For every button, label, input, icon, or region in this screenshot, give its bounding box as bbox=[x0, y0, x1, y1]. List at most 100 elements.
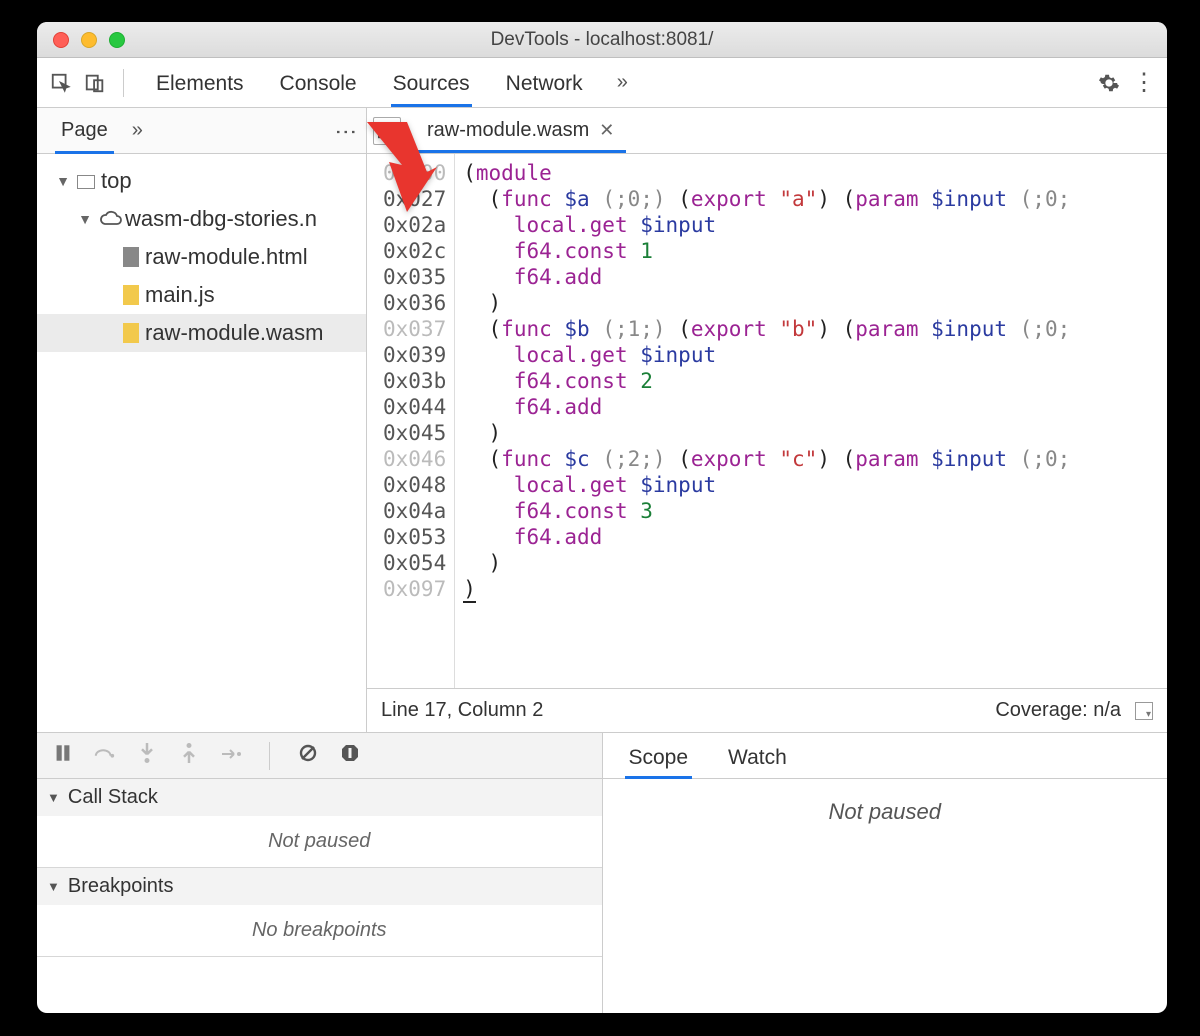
disclosure-triangle-icon: ▼ bbox=[47, 879, 60, 894]
tree-label: main.js bbox=[145, 282, 215, 308]
tree-file[interactable]: raw-module.wasm bbox=[37, 314, 366, 352]
code-area[interactable]: (module (func $a (;0;) (export "a") (par… bbox=[455, 154, 1167, 688]
tab-sources[interactable]: Sources bbox=[375, 60, 488, 106]
code-line[interactable]: f64.const 3 bbox=[463, 498, 1159, 524]
devtools-window: DevTools - localhost:8081/ ElementsConso… bbox=[37, 22, 1167, 1013]
step-out-icon[interactable] bbox=[177, 743, 201, 769]
divider bbox=[123, 69, 124, 97]
format-menu-icon[interactable] bbox=[1135, 702, 1153, 720]
editor-tab[interactable]: raw-module.wasm ✕ bbox=[415, 109, 626, 153]
gutter-line[interactable]: 0x039 bbox=[383, 342, 446, 368]
window-title: DevTools - localhost:8081/ bbox=[37, 29, 1167, 51]
gutter-line[interactable]: 0x048 bbox=[383, 472, 446, 498]
editor-tab-label: raw-module.wasm bbox=[427, 119, 589, 142]
inspect-element-icon[interactable] bbox=[47, 69, 75, 97]
step-over-icon[interactable] bbox=[93, 744, 117, 768]
coverage-status: Coverage: n/a bbox=[995, 699, 1121, 722]
tree-file[interactable]: main.js bbox=[37, 276, 366, 314]
debugger-left-panel: ▼ Call Stack Not paused ▼ Breakpoints No… bbox=[37, 733, 603, 1013]
code-line[interactable]: local.get $input bbox=[463, 472, 1159, 498]
settings-gear-icon[interactable] bbox=[1095, 69, 1123, 97]
document-icon bbox=[123, 247, 139, 267]
gutter-line[interactable]: 0x054 bbox=[383, 550, 446, 576]
code-editor[interactable]: 0x0000x0270x02a0x02c0x0350x0360x0370x039… bbox=[367, 154, 1167, 688]
tree-label: wasm-dbg-stories.n bbox=[125, 206, 317, 232]
code-line[interactable]: (module bbox=[463, 160, 1159, 186]
code-line[interactable]: local.get $input bbox=[463, 212, 1159, 238]
hide-navigator-icon[interactable] bbox=[373, 117, 401, 145]
code-line[interactable]: ) bbox=[463, 290, 1159, 316]
more-nav-tabs-icon[interactable]: » bbox=[122, 119, 153, 142]
gutter-line[interactable]: 0x036 bbox=[383, 290, 446, 316]
code-line[interactable]: local.get $input bbox=[463, 342, 1159, 368]
code-line[interactable]: ) bbox=[463, 420, 1159, 446]
code-line[interactable]: (func $c (;2;) (export "c") (param $inpu… bbox=[463, 446, 1159, 472]
gutter-line[interactable]: 0x02a bbox=[383, 212, 446, 238]
cloud-icon bbox=[99, 208, 119, 230]
debugger-toolbar bbox=[37, 733, 602, 779]
tree-label: raw-module.wasm bbox=[145, 320, 324, 346]
deactivate-breakpoints-icon[interactable] bbox=[296, 743, 320, 769]
tab-elements[interactable]: Elements bbox=[138, 60, 262, 106]
tab-watch[interactable]: Watch bbox=[710, 736, 805, 778]
editor-panel: raw-module.wasm ✕ 0x0000x0270x02a0x02c0x… bbox=[367, 108, 1167, 732]
disclosure-triangle-icon[interactable]: ▼ bbox=[55, 173, 71, 189]
code-line[interactable]: f64.add bbox=[463, 394, 1159, 420]
step-icon[interactable] bbox=[219, 744, 243, 767]
gutter-line[interactable]: 0x04a bbox=[383, 498, 446, 524]
more-menu-icon[interactable]: ⋮ bbox=[1129, 69, 1157, 97]
tree-file[interactable]: raw-module.html bbox=[37, 238, 366, 276]
gutter-line[interactable]: 0x035 bbox=[383, 264, 446, 290]
gutter-line[interactable]: 0x027 bbox=[383, 186, 446, 212]
breakpoints-label: Breakpoints bbox=[68, 875, 174, 898]
code-line[interactable]: ) bbox=[463, 550, 1159, 576]
tab-console[interactable]: Console bbox=[262, 60, 375, 106]
close-tab-icon[interactable]: ✕ bbox=[599, 120, 614, 141]
gutter-line[interactable]: 0x03b bbox=[383, 368, 446, 394]
debugger-right-panel: ScopeWatch Not paused bbox=[603, 733, 1168, 1013]
code-line[interactable]: f64.add bbox=[463, 524, 1159, 550]
main-toolbar: ElementsConsoleSourcesNetwork » ⋮ bbox=[37, 58, 1167, 108]
breakpoints-header[interactable]: ▼ Breakpoints bbox=[37, 868, 602, 905]
pause-icon[interactable] bbox=[51, 744, 75, 768]
gutter-line[interactable]: 0x037 bbox=[383, 316, 446, 342]
gutter-line[interactable]: 0x097 bbox=[383, 576, 446, 602]
code-line[interactable]: f64.add bbox=[463, 264, 1159, 290]
breakpoints-body: No breakpoints bbox=[37, 905, 602, 956]
file-tree: ▼ top ▼ wasm-dbg-stories.n raw-module.ht… bbox=[37, 154, 366, 732]
call-stack-body: Not paused bbox=[37, 816, 602, 867]
frame-icon bbox=[77, 175, 95, 189]
script-icon bbox=[123, 323, 139, 343]
code-line[interactable]: f64.const 1 bbox=[463, 238, 1159, 264]
step-into-icon[interactable] bbox=[135, 743, 159, 769]
gutter-line[interactable]: 0x045 bbox=[383, 420, 446, 446]
tab-network[interactable]: Network bbox=[488, 60, 601, 106]
code-line[interactable]: ) bbox=[463, 576, 1159, 602]
gutter[interactable]: 0x0000x0270x02a0x02c0x0350x0360x0370x039… bbox=[367, 154, 455, 688]
tree-label: top bbox=[101, 168, 132, 194]
gutter-line[interactable]: 0x02c bbox=[383, 238, 446, 264]
disclosure-triangle-icon: ▼ bbox=[47, 790, 60, 805]
gutter-line[interactable]: 0x044 bbox=[383, 394, 446, 420]
call-stack-label: Call Stack bbox=[68, 786, 158, 809]
tree-label: raw-module.html bbox=[145, 244, 308, 270]
titlebar: DevTools - localhost:8081/ bbox=[37, 22, 1167, 58]
tree-frame-top[interactable]: ▼ top bbox=[37, 162, 366, 200]
navigator-menu-icon[interactable]: ⋮ bbox=[333, 121, 359, 141]
tab-scope[interactable]: Scope bbox=[611, 736, 707, 778]
disclosure-triangle-icon[interactable]: ▼ bbox=[77, 211, 93, 227]
editor-statusbar: Line 17, Column 2 Coverage: n/a bbox=[367, 688, 1167, 732]
cursor-position: Line 17, Column 2 bbox=[381, 699, 543, 722]
pause-on-exceptions-icon[interactable] bbox=[338, 743, 362, 769]
code-line[interactable]: (func $a (;0;) (export "a") (param $inpu… bbox=[463, 186, 1159, 212]
more-tabs-chevron-icon[interactable]: » bbox=[607, 71, 638, 94]
gutter-line[interactable]: 0x053 bbox=[383, 524, 446, 550]
call-stack-header[interactable]: ▼ Call Stack bbox=[37, 779, 602, 816]
code-line[interactable]: f64.const 2 bbox=[463, 368, 1159, 394]
tree-origin[interactable]: ▼ wasm-dbg-stories.n bbox=[37, 200, 366, 238]
gutter-line[interactable]: 0x046 bbox=[383, 446, 446, 472]
device-toolbar-icon[interactable] bbox=[81, 69, 109, 97]
page-tab[interactable]: Page bbox=[47, 109, 122, 152]
code-line[interactable]: (func $b (;1;) (export "b") (param $inpu… bbox=[463, 316, 1159, 342]
gutter-line[interactable]: 0x000 bbox=[383, 160, 446, 186]
